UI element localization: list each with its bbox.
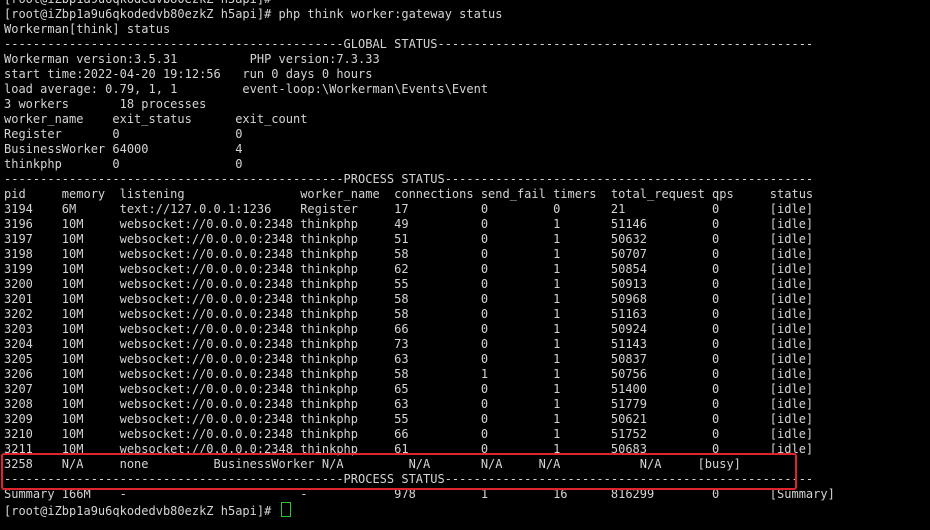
terminal-line: load average: 0.79, 1, 1 event-loop:\Wor…: [4, 82, 489, 96]
terminal-output: [root@iZbp1a9u6qkodedvb80ezkZ h5api]#[ro…: [4, 0, 928, 502]
terminal-line: worker_name exit_status exit_count: [4, 112, 308, 126]
terminal-line: thinkphp 0 0: [4, 157, 243, 171]
terminal-line: start time:2022-04-20 19:12:56 run 0 day…: [4, 67, 373, 81]
terminal-line: pid memory listening worker_name connect…: [4, 187, 814, 201]
terminal-line: ----------------------------------------…: [4, 172, 814, 186]
prompt-line[interactable]: [root@iZbp1a9u6qkodedvb80ezkZ h5api]#: [4, 502, 928, 517]
prompt-text: [root@iZbp1a9u6qkodedvb80ezkZ h5api]#: [4, 504, 279, 517]
terminal-line: 3207 10M websocket://0.0.0.0:2348 thinkp…: [4, 382, 814, 396]
terminal-line: 3202 10M websocket://0.0.0.0:2348 thinkp…: [4, 307, 814, 321]
terminal-line: 3196 10M websocket://0.0.0.0:2348 thinkp…: [4, 217, 814, 231]
terminal-line: 3 workers 18 processes: [4, 97, 207, 111]
terminal-line: Workerman[think] status: [4, 22, 171, 36]
cursor-icon: [280, 502, 291, 517]
terminal-line: ----------------------------------------…: [4, 472, 814, 486]
terminal-line: 3211 10M websocket://0.0.0.0:2348 thinkp…: [4, 442, 814, 456]
terminal-line: 3210 10M websocket://0.0.0.0:2348 thinkp…: [4, 427, 814, 441]
terminal-line: 3198 10M websocket://0.0.0.0:2348 thinkp…: [4, 247, 814, 261]
terminal-line: 3205 10M websocket://0.0.0.0:2348 thinkp…: [4, 352, 814, 366]
terminal-line: 3200 10M websocket://0.0.0.0:2348 thinkp…: [4, 277, 814, 291]
terminal-line: 3208 10M websocket://0.0.0.0:2348 thinkp…: [4, 397, 814, 411]
terminal-line: 3197 10M websocket://0.0.0.0:2348 thinkp…: [4, 232, 814, 246]
terminal-line: [root@iZbp1a9u6qkodedvb80ezkZ h5api]#: [4, 0, 928, 7]
terminal-line: Workerman version:3.5.31 PHP version:7.3…: [4, 52, 380, 66]
terminal-line: [root@iZbp1a9u6qkodedvb80ezkZ h5api]# ph…: [4, 7, 503, 21]
terminal-line: 3258 N/A none BusinessWorker N/A N/A N/A…: [4, 457, 741, 471]
terminal-line: 3201 10M websocket://0.0.0.0:2348 thinkp…: [4, 292, 814, 306]
terminal-line: BusinessWorker 64000 4: [4, 142, 243, 156]
terminal-line: 3203 10M websocket://0.0.0.0:2348 thinkp…: [4, 322, 814, 336]
terminal-line: Summary 166M - - 978 1 16 816299 0 [Summ…: [4, 487, 835, 501]
terminal-line: 3204 10M websocket://0.0.0.0:2348 thinkp…: [4, 337, 814, 351]
terminal-line: ----------------------------------------…: [4, 37, 814, 51]
terminal-line: 3209 10M websocket://0.0.0.0:2348 thinkp…: [4, 412, 814, 426]
terminal-line: 3199 10M websocket://0.0.0.0:2348 thinkp…: [4, 262, 814, 276]
terminal-line: Register 0 0: [4, 127, 243, 141]
terminal-line: 3194 6M text://127.0.0.1:1236 Register 1…: [4, 202, 814, 216]
terminal-line: 3206 10M websocket://0.0.0.0:2348 thinkp…: [4, 367, 814, 381]
terminal-window[interactable]: [root@iZbp1a9u6qkodedvb80ezkZ h5api]#[ro…: [4, 0, 928, 517]
